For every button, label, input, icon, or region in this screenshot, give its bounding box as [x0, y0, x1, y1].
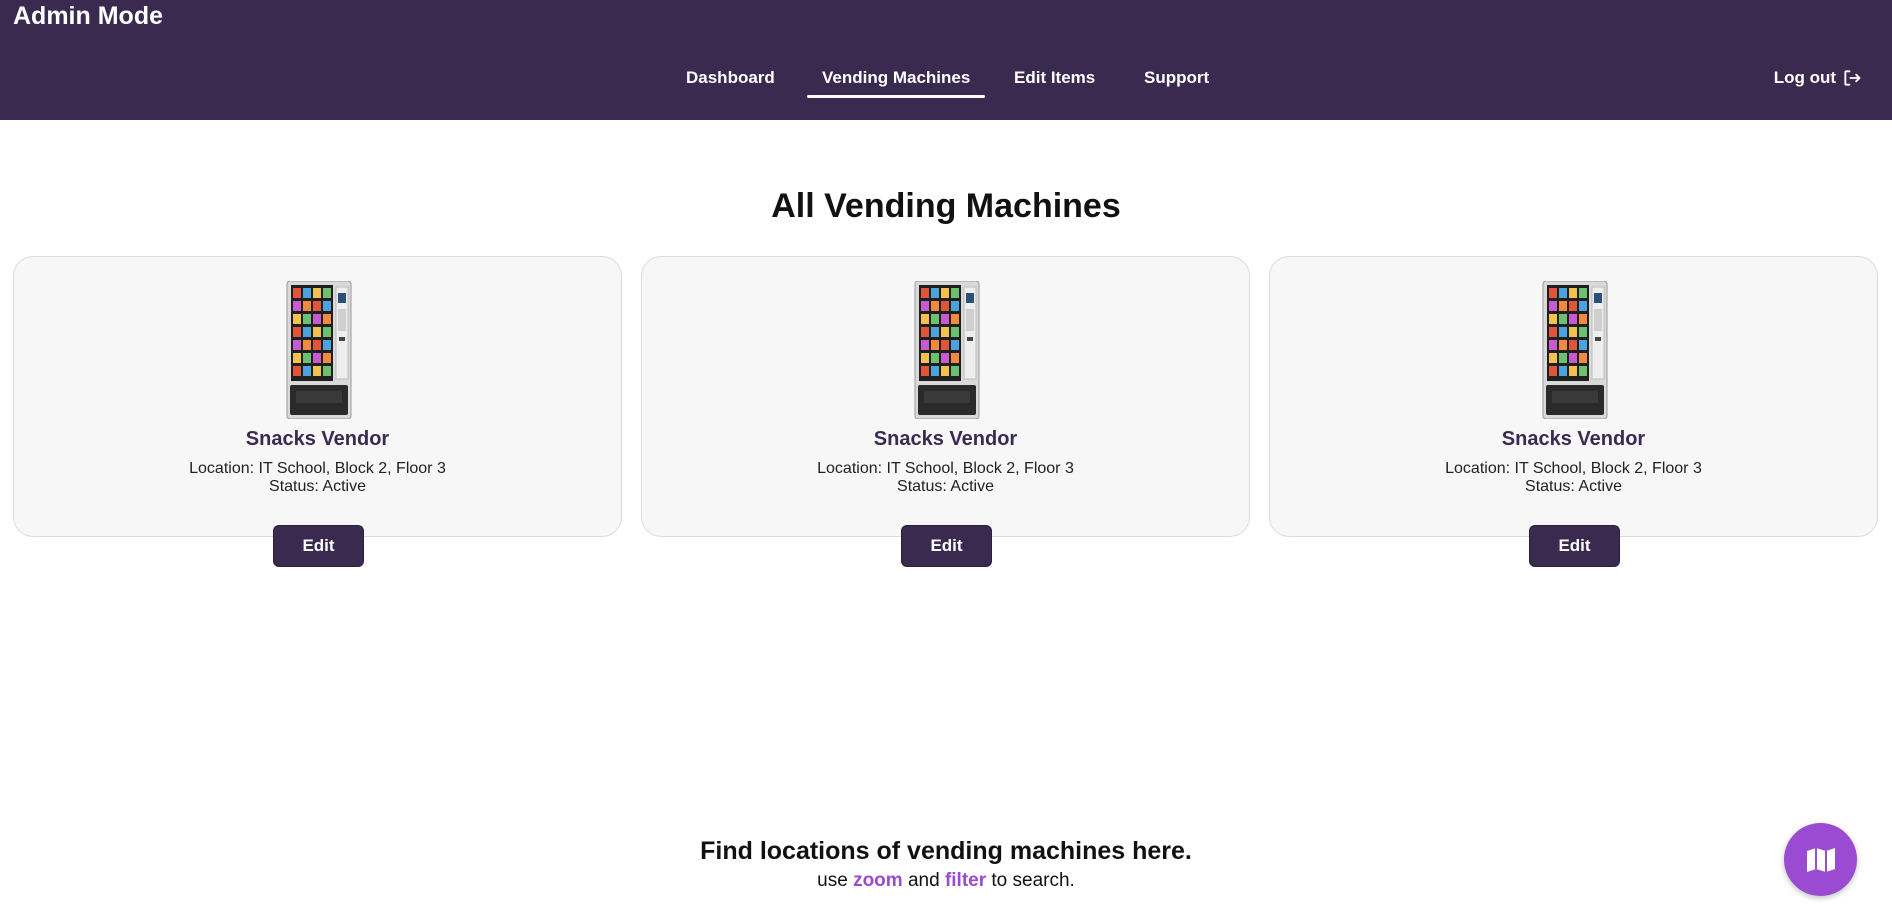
machine-location: Location: IT School, Block 2, Floor 3 [817, 460, 1074, 477]
machine-name: Snacks Vendor [1501, 428, 1646, 450]
machine-location: Location: IT School, Block 2, Floor 3 [1445, 460, 1702, 477]
zoom-link[interactable]: zoom [853, 870, 903, 891]
machine-status: Status: Active [269, 478, 366, 495]
finder-sub-suffix: to search. [991, 870, 1075, 891]
filter-link[interactable]: filter [945, 870, 986, 891]
edit-machine-button[interactable]: Edit [901, 525, 992, 567]
machine-card: Snacks Vendor Location: IT School, Block… [641, 256, 1250, 567]
brand-title: Admin Mode [13, 2, 163, 30]
finder-sub-and: and [907, 870, 940, 891]
nav-dashboard[interactable]: Dashboard [686, 68, 775, 88]
machine-status: Status: Active [1525, 478, 1622, 495]
finder-sub-prefix: use [817, 870, 848, 891]
logout-button[interactable]: Log out [1774, 68, 1862, 88]
vending-machine-icon [1542, 280, 1608, 420]
logout-icon [1844, 70, 1861, 86]
vending-machine-icon [286, 280, 352, 420]
map-icon [1806, 847, 1835, 872]
nav-support[interactable]: Support [1144, 68, 1209, 88]
nav-edit-items[interactable]: Edit Items [1014, 68, 1095, 88]
edit-machine-button[interactable]: Edit [273, 525, 364, 567]
machine-name: Snacks Vendor [873, 428, 1018, 450]
finder-subtitle: use zoom and filter to search. [0, 870, 1892, 892]
logout-label: Log out [1773, 68, 1836, 87]
page-title: All Vending Machines [771, 187, 1121, 225]
main-nav: Dashboard Vending Machines Edit Items Su… [0, 68, 1892, 98]
finder-title: Find locations of vending machines here. [700, 837, 1192, 865]
machine-location: Location: IT School, Block 2, Floor 3 [189, 460, 446, 477]
machine-list: Snacks Vendor Location: IT School, Block… [13, 256, 1879, 567]
open-map-button[interactable] [1784, 823, 1857, 896]
machine-card: Snacks Vendor Location: IT School, Block… [1269, 256, 1878, 567]
top-navbar: Admin Mode Dashboard Vending Machines Ed… [0, 0, 1892, 120]
machine-name: Snacks Vendor [245, 428, 390, 450]
edit-machine-button[interactable]: Edit [1529, 525, 1620, 567]
nav-vending-machines[interactable]: Vending Machines [806, 68, 986, 98]
machine-status: Status: Active [897, 478, 994, 495]
vending-machine-icon [914, 280, 980, 420]
machine-card: Snacks Vendor Location: IT School, Block… [13, 256, 622, 567]
